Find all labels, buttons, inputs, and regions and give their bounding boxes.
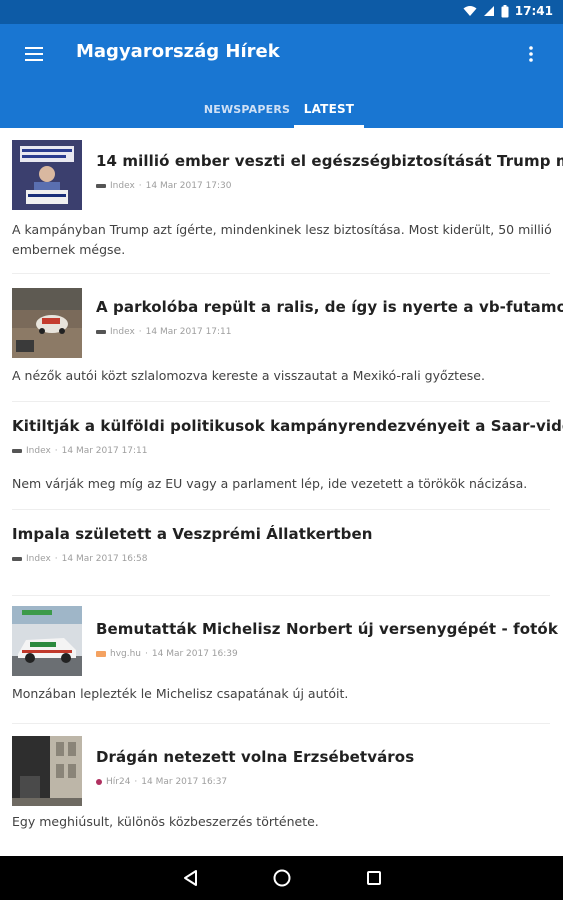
back-button[interactable]: [178, 866, 202, 890]
meta-separator: ·: [145, 649, 148, 659]
signal-icon: [483, 5, 495, 17]
article-meta: Index · 14 Mar 2017 16:58: [12, 554, 148, 564]
article-summary: Nem várják meg míg az EU vagy a parlamen…: [12, 476, 528, 491]
source-favicon-icon: [96, 779, 102, 785]
system-nav-bar: [0, 856, 563, 900]
article-source: Index: [26, 554, 51, 564]
article-meta: Index · 14 Mar 2017 17:30: [96, 181, 232, 191]
article-source: Index: [110, 181, 135, 191]
article-thumbnail: [12, 736, 82, 806]
meta-separator: ·: [54, 446, 58, 456]
home-button[interactable]: [270, 866, 294, 890]
article-thumbnail: [12, 288, 82, 358]
article-headline[interactable]: Impala született a Veszprémi Állatkertbe…: [12, 525, 373, 543]
article-date: 14 Mar 2017 17:11: [145, 327, 232, 337]
battery-icon: [501, 4, 509, 18]
article-summary: Egy meghiúsult, különös közbeszerzés tör…: [12, 814, 319, 829]
menu-button[interactable]: [20, 40, 48, 68]
overflow-menu-button[interactable]: [519, 40, 543, 68]
wifi-icon: [463, 5, 477, 17]
news-item[interactable]: Kitiltják a külföldi politikusok kampány…: [12, 402, 563, 510]
news-item[interactable]: Bemutatták Michelisz Norbert új versenyg…: [12, 596, 558, 724]
app-title: Magyarország Hírek: [76, 41, 280, 62]
article-date: 14 Mar 2017 16:37: [141, 777, 228, 787]
article-source: Hír24: [106, 777, 131, 787]
article-meta: Index · 14 Mar 2017 17:11: [12, 446, 148, 456]
hamburger-menu-icon: [25, 47, 43, 61]
article-thumbnail: [12, 606, 82, 676]
source-favicon-icon: [96, 330, 106, 334]
article-summary: A nézők autói közt szlalomozva kereste a…: [12, 368, 485, 383]
article-headline[interactable]: 14 millió ember veszti el egészségbiztos…: [96, 152, 563, 170]
article-date: 14 Mar 2017 16:58: [61, 554, 148, 564]
article-headline[interactable]: A parkolóba repült a ralis, de így is ny…: [96, 298, 563, 316]
article-meta: hvg.hu · 14 Mar 2017 16:39: [96, 649, 238, 659]
meta-separator: ·: [134, 777, 138, 787]
meta-separator: ·: [138, 181, 142, 191]
article-source: hvg.hu: [110, 649, 142, 659]
article-headline[interactable]: Kitiltják a külföldi politikusok kampány…: [12, 417, 563, 435]
more-vert-icon: [529, 46, 533, 62]
article-meta: Hír24 · 14 Mar 2017 16:37: [96, 777, 227, 787]
recents-button[interactable]: [362, 866, 386, 890]
meta-separator: ·: [138, 327, 142, 337]
article-headline[interactable]: Drágán netezett volna Erzsébetváros: [96, 748, 414, 766]
article-summary: A kampányban Trump azt ígérte, mindenkin…: [12, 222, 552, 257]
article-headline[interactable]: Bemutatták Michelisz Norbert új versenyg…: [96, 620, 558, 638]
article-thumbnail: [12, 140, 82, 210]
tab-latest-label: LATEST: [303, 102, 355, 116]
source-favicon-icon: [96, 184, 106, 188]
meta-separator: ·: [54, 554, 58, 564]
tab-bar: NEWSPAPERS LATEST: [0, 90, 563, 128]
news-feed[interactable]: 14 millió ember veszti el egészségbiztos…: [0, 128, 563, 856]
article-date: 14 Mar 2017 17:11: [61, 446, 148, 456]
article-summary: Monzában leplezték le Michelisz csapatán…: [12, 686, 349, 701]
source-favicon-icon: [12, 557, 22, 561]
article-source: Index: [110, 327, 135, 337]
article-date: 14 Mar 2017 17:30: [145, 181, 232, 191]
article-date: 14 Mar 2017 16:39: [151, 649, 238, 659]
home-icon: [273, 869, 291, 887]
source-favicon-icon: [12, 449, 22, 453]
tab-latest[interactable]: LATEST: [294, 90, 364, 128]
news-item[interactable]: Drágán netezett volna Erzsébetváros Hír2…: [12, 724, 550, 856]
tab-newspapers[interactable]: NEWSPAPERS: [200, 90, 294, 128]
status-bar: 17:41: [0, 0, 563, 24]
news-item[interactable]: Impala született a Veszprémi Állatkertbe…: [12, 510, 550, 596]
app-bar: Magyarország Hírek NEWSPAPERS LATEST: [0, 24, 563, 128]
news-item[interactable]: 14 millió ember veszti el egészségbiztos…: [12, 128, 563, 274]
recents-icon: [367, 871, 381, 885]
article-meta: Index · 14 Mar 2017 17:11: [96, 327, 232, 337]
source-favicon-icon: [96, 651, 106, 657]
news-item[interactable]: A parkolóba repült a ralis, de így is ny…: [12, 274, 563, 402]
article-source: Index: [26, 446, 51, 456]
status-icons: 17:41: [463, 4, 553, 18]
back-icon: [184, 870, 197, 886]
status-time: 17:41: [514, 4, 553, 18]
